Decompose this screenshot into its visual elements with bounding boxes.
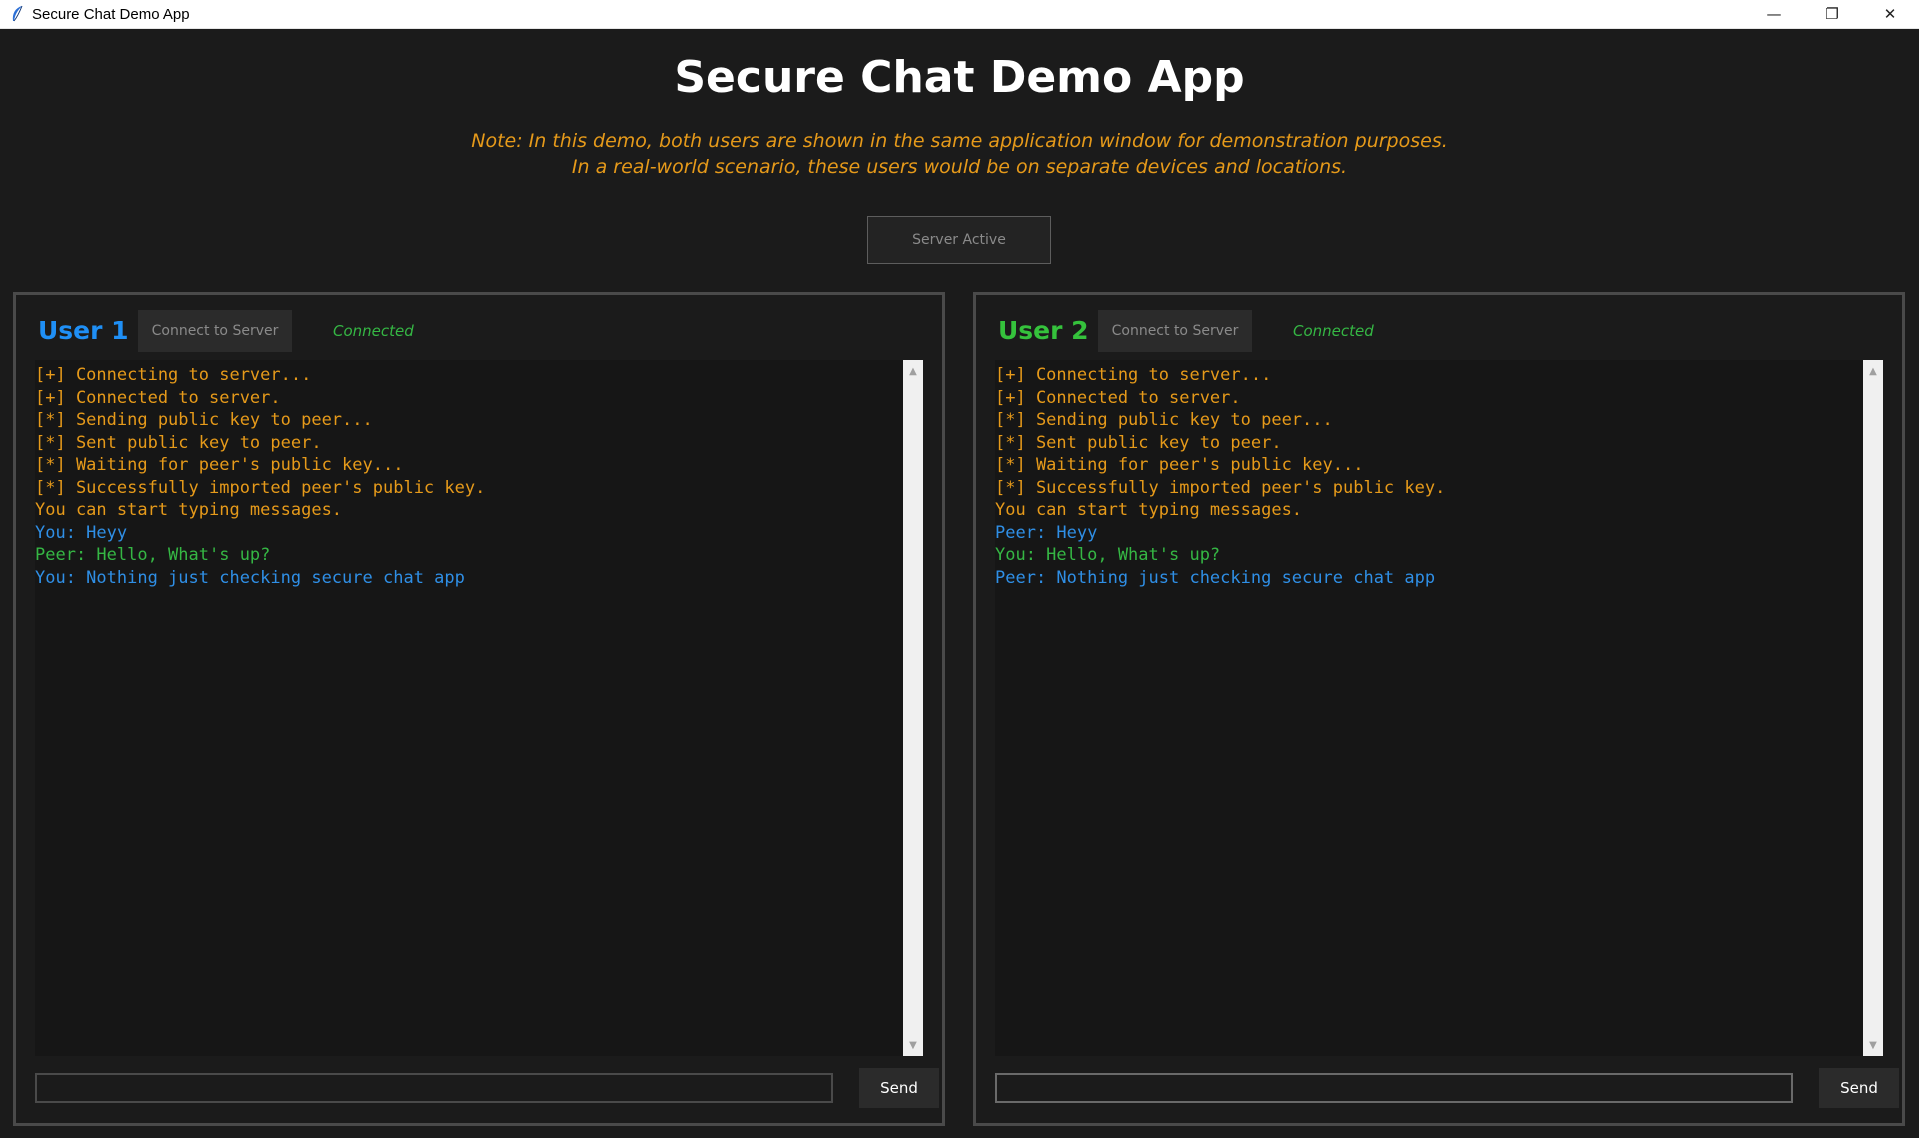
minimize-button[interactable]: —: [1745, 0, 1803, 28]
chat-message: Peer: Hello, What's up?: [35, 545, 271, 565]
user2-send-button[interactable]: Send: [1819, 1068, 1899, 1108]
close-icon: ✕: [1883, 5, 1897, 23]
chat-message: You: Heyy: [35, 522, 128, 543]
chat-message: You can start typing messages.: [35, 500, 343, 520]
note-line-1: Note: In this demo, both users are shown…: [471, 130, 1448, 152]
chat-message: [*] Waiting for peer's public key...: [995, 455, 1364, 475]
user1-status: Connected: [333, 322, 414, 340]
user2-message-input[interactable]: [995, 1073, 1793, 1103]
user2-message-list: [+] Connecting to server... [+] Connected…: [995, 364, 1445, 589]
user1-message-list: [+] Connecting to server... [+] Connected…: [35, 364, 485, 589]
user1-input-row: Send: [35, 1068, 939, 1108]
user2-status: Connected: [1293, 322, 1374, 340]
restore-button[interactable]: ❐: [1803, 0, 1861, 28]
chat-message: [*] Sending public key to peer...: [35, 410, 373, 430]
user1-message-input[interactable]: [35, 1073, 833, 1103]
chat-message: You: Nothing just checking secure chat a…: [35, 567, 465, 588]
chat-message: [*] Successfully imported peer's public …: [35, 477, 486, 498]
user1-header: User 1 Connect to Server Connected: [16, 310, 942, 354]
window-titlebar: Secure Chat Demo App — ❐ ✕: [0, 0, 1919, 29]
demo-note: Note: In this demo, both users are shown…: [0, 128, 1919, 180]
user2-connect-button[interactable]: Connect to Server: [1098, 310, 1252, 352]
chat-message: You can start typing messages.: [995, 500, 1303, 520]
scroll-up-icon[interactable]: ▲: [1863, 362, 1883, 380]
chat-message: Peer: Heyy: [995, 522, 1098, 543]
user2-input-row: Send: [995, 1068, 1899, 1108]
minimize-icon: —: [1766, 5, 1782, 23]
scroll-down-icon[interactable]: ▼: [903, 1036, 923, 1054]
page-title: Secure Chat Demo App: [674, 52, 1245, 103]
chat-message: [*] Sent public key to peer.: [995, 432, 1282, 453]
chat-message: [+] Connected to server.: [35, 387, 281, 408]
note-line-2: In a real-world scenario, these users wo…: [571, 156, 1348, 178]
chat-message: Peer: Nothing just checking secure chat …: [995, 567, 1436, 588]
chat-message: [*] Waiting for peer's public key...: [35, 455, 404, 475]
user2-chat-log[interactable]: [+] Connecting to server... [+] Connected…: [995, 360, 1863, 1056]
chat-message: [+] Connected to server.: [995, 387, 1241, 408]
chat-message: You: Hello, What's up?: [995, 545, 1221, 565]
scroll-down-icon[interactable]: ▼: [1863, 1036, 1883, 1054]
user1-connect-button[interactable]: Connect to Server: [138, 310, 292, 352]
user1-panel: User 1 Connect to Server Connected [+] C…: [13, 292, 945, 1126]
user2-header: User 2 Connect to Server Connected: [976, 310, 1902, 354]
user2-scrollbar[interactable]: ▲ ▼: [1863, 360, 1883, 1056]
window-title: Secure Chat Demo App: [32, 5, 190, 23]
user1-chat-log[interactable]: [+] Connecting to server... [+] Connected…: [35, 360, 903, 1056]
user1-label: User 1: [38, 316, 129, 345]
chat-message: [+] Connecting to server...: [35, 365, 312, 385]
chat-message: [*] Sending public key to peer...: [995, 410, 1333, 430]
user2-panel: User 2 Connect to Server Connected [+] C…: [973, 292, 1905, 1126]
chat-message: [*] Sent public key to peer.: [35, 432, 322, 453]
close-button[interactable]: ✕: [1861, 0, 1919, 28]
user1-send-button[interactable]: Send: [859, 1068, 939, 1108]
feather-icon: [6, 3, 28, 25]
user1-scrollbar[interactable]: ▲ ▼: [903, 360, 923, 1056]
window-controls: — ❐ ✕: [1745, 0, 1919, 28]
chat-message: [*] Successfully imported peer's public …: [995, 477, 1446, 498]
restore-icon: ❐: [1825, 5, 1839, 23]
scroll-up-icon[interactable]: ▲: [903, 362, 923, 380]
chat-message: [+] Connecting to server...: [995, 365, 1272, 385]
user2-label: User 2: [998, 316, 1089, 345]
server-active-button[interactable]: Server Active: [867, 216, 1051, 264]
